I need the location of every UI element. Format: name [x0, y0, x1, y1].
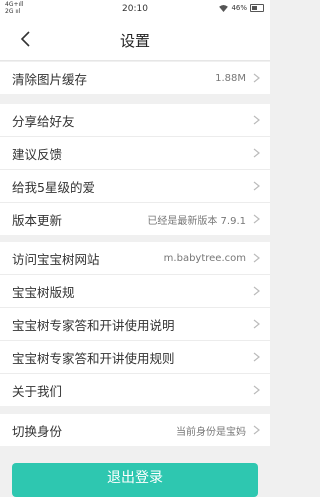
- chevron-right-icon: [253, 214, 260, 224]
- website-value: m.babytree.com: [163, 252, 246, 264]
- version-value: 已经是最新版本 7.9.1: [147, 215, 246, 227]
- chevron-right-icon: [253, 286, 260, 296]
- settings-item-label: 清除图片缓存: [12, 71, 88, 87]
- settings-item-label: 给我5星级的爱: [12, 179, 95, 195]
- settings-item-label: 访问宝宝树网站: [12, 251, 100, 267]
- settings-item-feedback[interactable]: 建议反馈: [0, 137, 270, 170]
- chevron-right-icon: [253, 73, 260, 83]
- settings-item-label: 宝宝树专家答和开讲使用规则: [12, 350, 175, 366]
- chevron-right-icon: [253, 425, 260, 435]
- battery-percent: 46%: [231, 4, 247, 12]
- identity-value: 当前身份是宝妈: [176, 426, 246, 438]
- logout-button[interactable]: 退出登录: [12, 463, 258, 497]
- chevron-right-icon: [253, 181, 260, 191]
- settings-group-cache: 清除图片缓存 1.88M: [0, 62, 270, 94]
- settings-item-label: 分享给好友: [12, 113, 75, 129]
- settings-item-label: 关于我们: [12, 383, 63, 399]
- settings-item-expert-rules[interactable]: 宝宝树专家答和开讲使用规则: [0, 341, 270, 374]
- cache-size-value: 1.88M: [215, 72, 246, 84]
- chevron-right-icon: [253, 319, 260, 329]
- settings-item-label: 宝宝树版规: [12, 284, 75, 300]
- settings-item-switch-identity[interactable]: 切换身份 当前身份是宝妈: [0, 414, 270, 446]
- status-right: 46%: [219, 4, 264, 12]
- settings-item-label: 建议反馈: [12, 146, 63, 162]
- battery-icon: [250, 4, 264, 12]
- settings-item-clear-cache[interactable]: 清除图片缓存 1.88M: [0, 62, 270, 94]
- page-title: 设置: [119, 32, 150, 50]
- chevron-right-icon: [253, 253, 260, 263]
- settings-item-website[interactable]: 访问宝宝树网站 m.babytree.com: [0, 242, 270, 275]
- settings-item-expert-guide[interactable]: 宝宝树专家答和开讲使用说明: [0, 308, 270, 341]
- settings-group-identity: 切换身份 当前身份是宝妈: [0, 414, 270, 446]
- status-bar: 4G+ıll 2G ııl 20:10 46%: [0, 0, 270, 18]
- settings-item-version[interactable]: 版本更新 已经是最新版本 7.9.1: [0, 203, 270, 235]
- settings-item-rules[interactable]: 宝宝树版规: [0, 275, 270, 308]
- settings-item-label: 宝宝树专家答和开讲使用说明: [12, 317, 175, 333]
- settings-item-about-us[interactable]: 关于我们: [0, 374, 270, 406]
- wifi-icon: [219, 4, 229, 12]
- chevron-right-icon: [253, 352, 260, 362]
- chevron-right-icon: [253, 148, 260, 158]
- settings-group-app: 分享给好友 建议反馈 给我5星级的爱 版本更新 已经是最新版本 7.9.1: [0, 104, 270, 235]
- settings-group-about: 访问宝宝树网站 m.babytree.com 宝宝树版规 宝宝树专家答和开讲使用…: [0, 242, 270, 406]
- settings-item-label: 版本更新: [12, 212, 63, 228]
- chevron-right-icon: [253, 385, 260, 395]
- chevron-right-icon: [253, 115, 260, 125]
- settings-item-share[interactable]: 分享给好友: [0, 104, 270, 137]
- settings-item-label: 切换身份: [12, 423, 63, 439]
- settings-item-rate[interactable]: 给我5星级的爱: [0, 170, 270, 203]
- header: 设置: [0, 18, 270, 61]
